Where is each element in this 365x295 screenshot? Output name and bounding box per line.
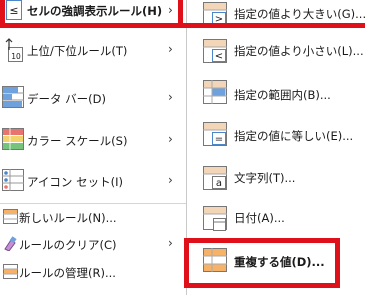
menu-item-text-contains[interactable]: a 文字列(T)... — [187, 162, 365, 194]
menu-item-color-scales[interactable]: カラー スケール(S) › — [0, 122, 186, 158]
menu-label-clear-rules: ルールのクリア(C) — [19, 238, 117, 252]
new-rule-icon — [3, 209, 18, 224]
less-than-icon: < — [203, 39, 227, 63]
color-scales-icon — [2, 128, 24, 150]
menu-separator — [0, 203, 186, 204]
menu-item-data-bars[interactable]: データ バー(D) › — [0, 80, 186, 116]
svg-text:<: < — [215, 51, 223, 62]
chevron-right-icon: › — [168, 90, 173, 104]
menu-item-date-occurring[interactable]: 日付(A)... — [187, 200, 365, 236]
date-occurring-icon — [203, 206, 227, 232]
selection-highlight-left — [0, 0, 183, 28]
conditional-formatting-menu: ≤ セルの強調表示ルール(H) › 10 上位/下位ルール(T) › データ バ… — [0, 0, 186, 295]
menu-label-data-bars: データ バー(D) — [27, 92, 106, 106]
menu-item-top-bottom-rules[interactable]: 10 上位/下位ルール(T) › — [0, 32, 186, 68]
equal-to-icon: = — [203, 122, 227, 146]
menu-label-date-occurring: 日付(A)... — [234, 211, 285, 225]
between-icon — [203, 80, 227, 104]
menu-item-less-than[interactable]: < 指定の値より小さい(L)... — [187, 37, 365, 67]
menu-item-new-rule[interactable]: 新しいルール(N)... — [0, 205, 186, 229]
manage-rules-icon — [3, 264, 18, 279]
menu-label-text-contains: 文字列(T)... — [234, 171, 296, 185]
menu-item-equal-to[interactable]: = 指定の値に等しい(E)... — [187, 118, 365, 150]
chevron-right-icon: › — [168, 42, 173, 56]
chevron-right-icon: › — [168, 132, 173, 146]
menu-item-between[interactable]: 指定の範囲内(B)... — [187, 78, 365, 108]
menu-item-manage-rules[interactable]: ルールの管理(R)... — [0, 260, 186, 284]
svg-text:=: = — [215, 134, 223, 145]
chevron-right-icon: › — [168, 173, 173, 187]
menu-label-top-bottom-rules: 上位/下位ルール(T) — [27, 44, 128, 58]
menu-label-new-rule: 新しいルール(N)... — [19, 211, 117, 225]
menu-label-between: 指定の範囲内(B)... — [234, 88, 331, 102]
top-bottom-rules-icon: 10 — [4, 36, 24, 64]
chevron-right-icon: › — [168, 236, 173, 250]
menu-item-clear-rules[interactable]: ルールのクリア(C) › — [0, 232, 186, 256]
menu-item-icon-sets[interactable]: アイコン セット(I) › — [0, 163, 186, 199]
icon-sets-icon — [2, 169, 24, 191]
menu-label-manage-rules: ルールの管理(R)... — [19, 266, 116, 280]
text-contains-icon: a — [203, 166, 227, 190]
svg-text:10: 10 — [11, 52, 21, 61]
clear-rules-icon — [3, 236, 18, 251]
menu-label-color-scales: カラー スケール(S) — [27, 134, 128, 148]
selection-highlight-top-right — [182, 0, 365, 28]
menu-label-less-than: 指定の値より小さい(L)... — [234, 44, 364, 58]
menu-label-equal-to: 指定の値に等しい(E)... — [234, 129, 354, 143]
menu-label-icon-sets: アイコン セット(I) — [27, 175, 123, 189]
svg-text:a: a — [216, 178, 222, 189]
data-bars-icon — [2, 86, 24, 108]
selection-highlight-duplicate-values — [184, 238, 340, 288]
